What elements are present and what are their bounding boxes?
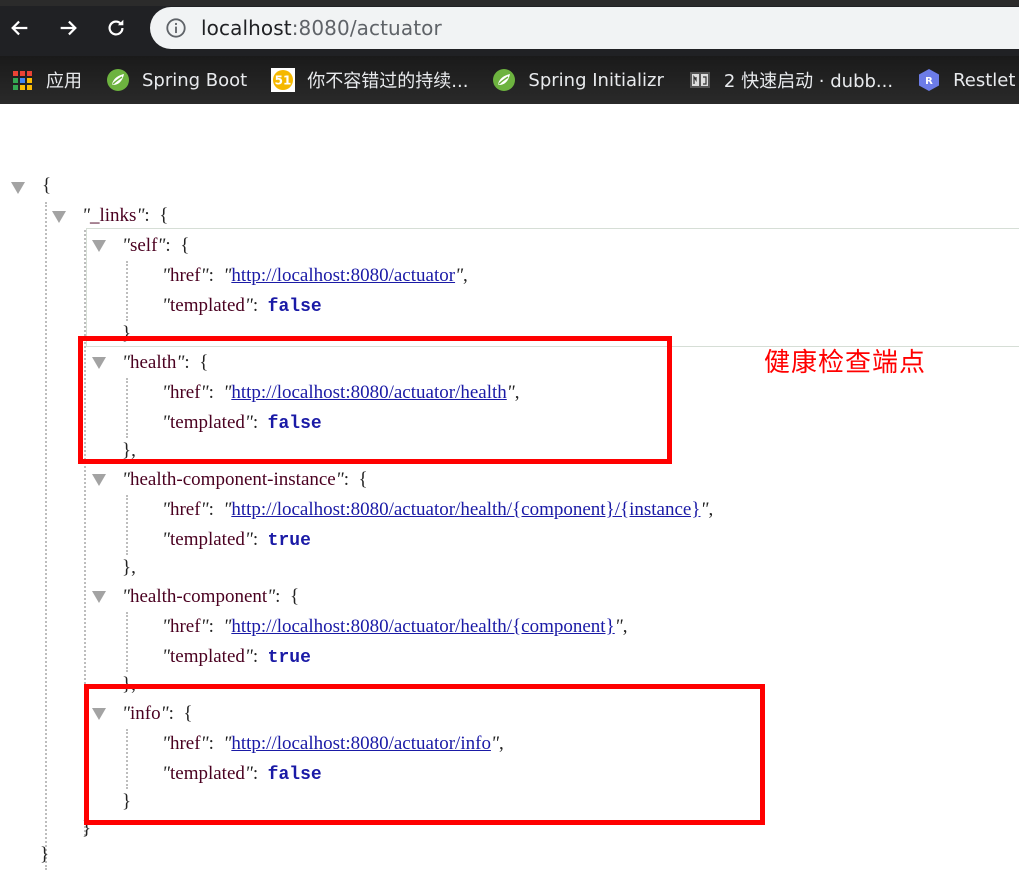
gitbook-icon <box>688 68 712 92</box>
arrow-left-icon <box>11 20 28 36</box>
href-key: href <box>169 499 201 520</box>
root-close-brace: } <box>40 844 50 865</box>
bookmark-spring-initializr[interactable]: Spring Initializr <box>492 68 664 92</box>
entry-key: self <box>129 235 158 256</box>
bookmarks-bar: 应用 Spring Boot 51 你不容错过的持续... Spring Ini… <box>0 56 1019 104</box>
bookmark-apps[interactable]: 应用 <box>10 67 82 93</box>
templated-value: true <box>267 648 311 668</box>
51cto-icon: 51 <box>271 68 296 92</box>
indent-guide <box>126 495 128 555</box>
entry-key: health-component-instance <box>129 469 336 490</box>
bookmark-label: 应用 <box>46 71 82 92</box>
templated-value: true <box>267 531 311 551</box>
bookmark-label: 你不容错过的持续... <box>307 71 469 92</box>
bookmark-label: Spring Initializr <box>528 69 664 91</box>
reload-icon <box>108 19 124 36</box>
apps-grid-icon <box>10 68 34 92</box>
href-row: "href": "http://localhost:8080/actuator"… <box>162 265 468 286</box>
entry-key-row: "health-component": { <box>122 586 300 607</box>
indent-guide <box>45 202 47 870</box>
entry-key-row: "health-component-instance": { <box>122 469 368 490</box>
row-divider <box>86 228 87 347</box>
collapse-entry-toggle[interactable] <box>92 240 106 252</box>
templated-row: "templated": true <box>162 646 311 668</box>
highlight-box-health <box>78 336 672 464</box>
templated-key: templated <box>169 529 245 550</box>
entry-key: health-component <box>129 586 268 607</box>
bookmark-label: Spring Boot <box>142 69 248 91</box>
url-host: localhost <box>201 16 292 40</box>
indent-guide <box>126 612 128 672</box>
bookmark-restlet[interactable]: R Restlet <box>917 68 1015 92</box>
health-endpoint-annotation: 健康检查端点 <box>764 348 927 378</box>
bookmark-spring-boot[interactable]: Spring Boot <box>106 68 247 92</box>
browser-toolbar: localhost:8080/actuator <box>0 0 1019 56</box>
templated-value: false <box>267 297 322 317</box>
collapse-links-toggle[interactable] <box>52 211 66 223</box>
url-text[interactable]: localhost:8080/actuator <box>201 16 442 40</box>
href-row: "href": "http://localhost:8080/actuator/… <box>162 499 714 520</box>
spring-leaf-icon <box>106 68 130 92</box>
bookmark-label: Restlet <box>953 69 1016 91</box>
root-open-brace: { <box>42 175 52 196</box>
href-row: "href": "http://localhost:8080/actuator/… <box>162 616 628 637</box>
href-link[interactable]: http://localhost:8080/actuator/health/{c… <box>231 499 700 520</box>
svg-text:51: 51 <box>275 74 292 88</box>
restlet-icon: R <box>917 68 941 92</box>
collapse-entry-toggle[interactable] <box>92 591 106 603</box>
indent-guide <box>126 261 128 321</box>
href-link[interactable]: http://localhost:8080/actuator/health/{c… <box>231 616 614 637</box>
json-viewer: { "_links": { "self": { "href": "http://… <box>0 104 1019 886</box>
arrow-right-icon <box>60 20 77 36</box>
links-key-row: "_links": { <box>82 205 169 226</box>
row-divider <box>86 228 1019 229</box>
tab-strip-edge <box>0 0 1019 6</box>
bookmark-label: 2 快速启动 · dubb... <box>723 71 894 92</box>
entry-key-row: "self": { <box>122 235 190 256</box>
address-bar[interactable]: localhost:8080/actuator <box>150 7 1019 49</box>
spring-leaf-icon <box>492 68 516 92</box>
highlight-box-info <box>84 684 765 825</box>
forward-button[interactable] <box>52 12 84 44</box>
bookmark-51cto[interactable]: 51 你不容错过的持续... <box>271 67 468 93</box>
collapse-root-toggle[interactable] <box>11 182 25 194</box>
url-path: :8080/actuator <box>291 16 442 40</box>
entry-close-brace: }, <box>122 557 136 578</box>
href-key: href <box>169 616 201 637</box>
templated-key: templated <box>169 646 245 667</box>
templated-row: "templated": true <box>162 529 311 551</box>
back-button[interactable] <box>4 12 36 44</box>
reload-button[interactable] <box>100 12 132 44</box>
href-key: href <box>169 265 201 286</box>
site-info-icon[interactable] <box>165 17 187 39</box>
collapse-entry-toggle[interactable] <box>92 474 106 486</box>
href-link[interactable]: http://localhost:8080/actuator <box>231 265 455 286</box>
links-key: _links <box>89 205 137 226</box>
templated-row: "templated": false <box>162 295 322 317</box>
templated-key: templated <box>169 295 245 316</box>
svg-text:R: R <box>925 76 933 87</box>
bookmark-dubbo-gitbook[interactable]: 2 快速启动 · dubb... <box>688 67 893 93</box>
